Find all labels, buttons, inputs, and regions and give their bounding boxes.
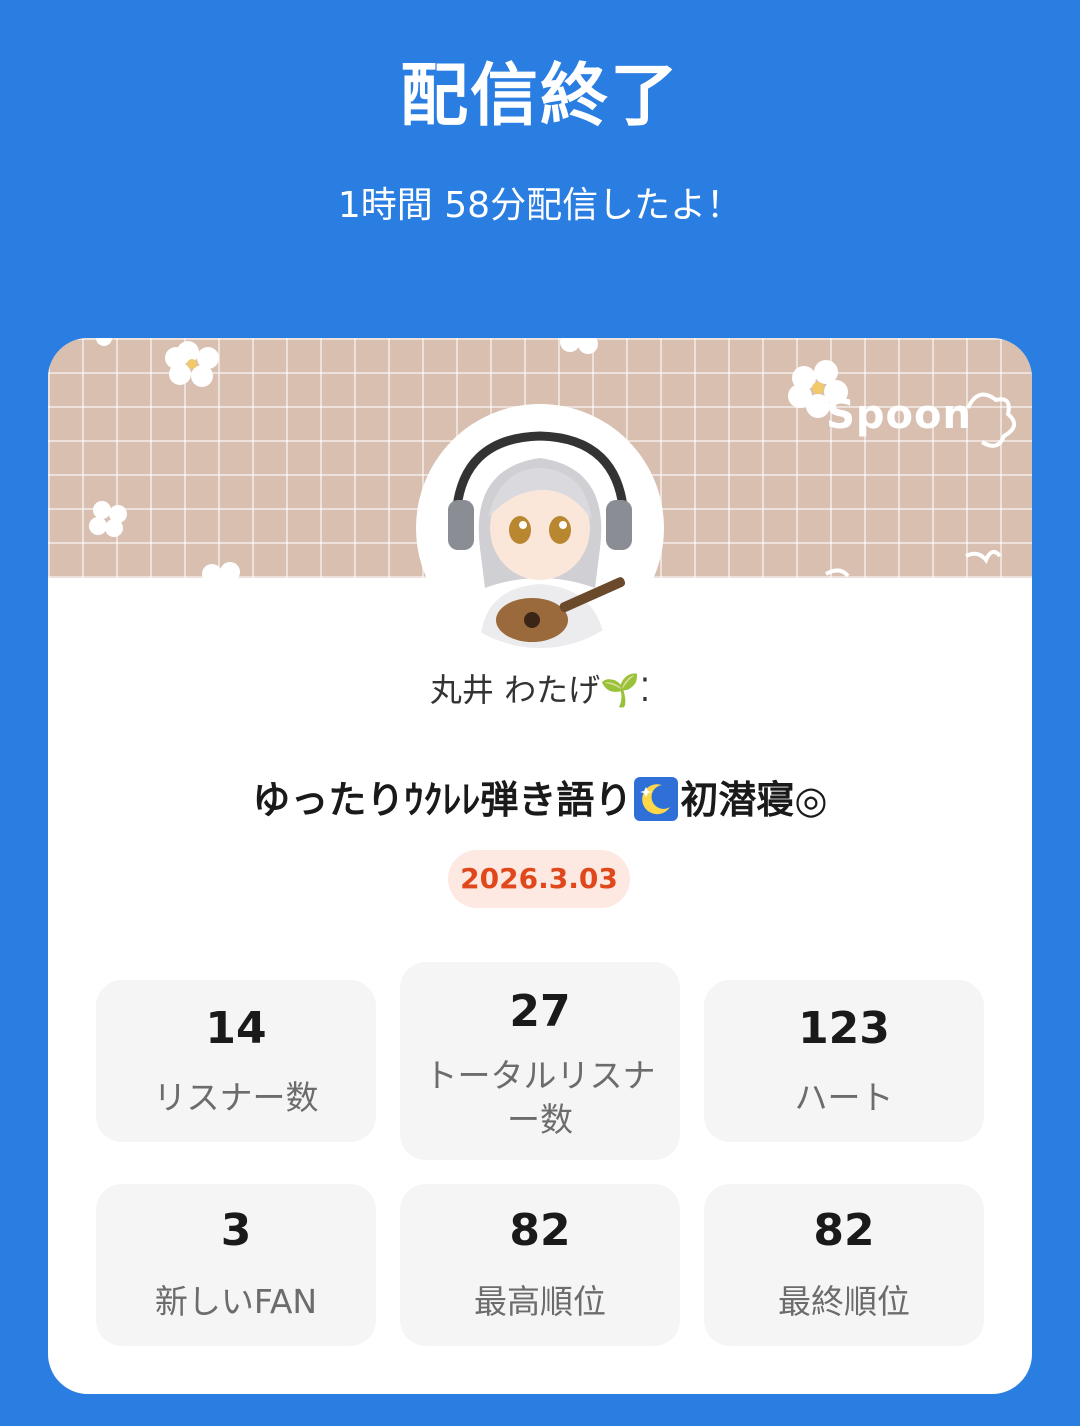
stat-value: 82 (509, 1205, 571, 1256)
avatar[interactable] (420, 408, 660, 648)
stat-new-fans: 3 新しいFAN (96, 1184, 376, 1346)
stream-title-text: ゆったりｳｸﾚﾚ弾き語り (252, 778, 633, 822)
stat-value: 3 (220, 1205, 252, 1256)
stream-duration: 1時間 58分配信したよ！ (337, 185, 743, 226)
stat-value: 27 (509, 986, 571, 1037)
date-badge: 2026.3.03 (448, 850, 630, 908)
page-title: 配信終了 (399, 57, 680, 136)
avatar-illustration-icon (420, 408, 660, 648)
stat-hearts: 123 ハート (704, 980, 984, 1142)
stream-title: ゆったりｳｸﾚﾚ弾き語り 初潜寝◎ (48, 774, 1032, 826)
stat-highest-rank: 82 最高順位 (400, 1184, 680, 1346)
spoon-logo: Spoon (826, 392, 972, 438)
username-text: 丸井 わたげ (429, 671, 601, 709)
stat-label: 最終順位 (778, 1282, 910, 1321)
stat-label: ハート (794, 1078, 894, 1117)
stream-summary-card: Spoon 丸井 わたげ🌱⁚ ゆったりｳｸﾚﾚ弾き語り 初潜寝◎ 2026.3.0… (48, 338, 1032, 1394)
stat-value: 14 (205, 1003, 267, 1054)
stat-listeners: 14 リスナー数 (96, 980, 376, 1142)
stream-title-suffix: 初潜寝◎ (680, 778, 828, 822)
stat-label-line2: ー数 (507, 1100, 573, 1139)
stat-label: 最高順位 (474, 1282, 606, 1321)
username: 丸井 わたげ🌱⁚ (48, 668, 1032, 712)
sprout-emoji-icon: 🌱⁚ (600, 671, 651, 709)
stat-final-rank: 82 最終順位 (704, 1184, 984, 1346)
crescent-moon-icon (634, 777, 679, 821)
stat-label: リスナー数 (153, 1078, 319, 1117)
stat-label-line1: トータルリスナ (424, 1056, 656, 1095)
stat-label: 新しいFAN (154, 1282, 318, 1321)
stat-value: 82 (813, 1205, 875, 1256)
stat-total-listeners: 27 トータルリスナ ー数 (400, 962, 680, 1160)
stat-value: 123 (798, 1003, 890, 1054)
